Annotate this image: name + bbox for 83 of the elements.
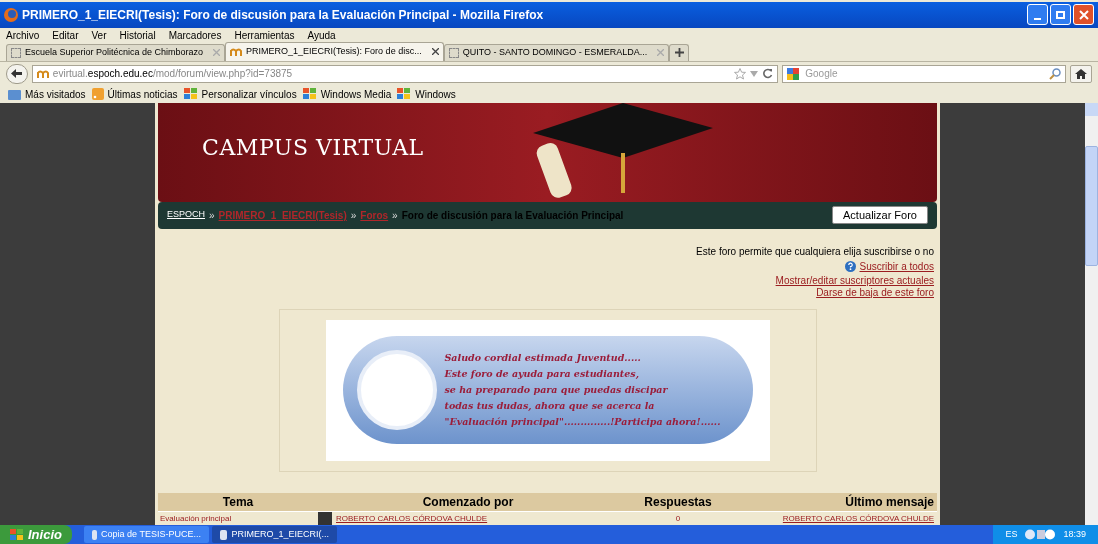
menu-item[interactable]: Ver xyxy=(91,27,107,43)
blank-page-icon xyxy=(448,47,459,58)
browser-logo-icon xyxy=(4,7,18,22)
subscription-link[interactable]: Darse de baja de este foro xyxy=(816,286,934,299)
window-icon xyxy=(91,529,98,540)
browser-tab[interactable]: PRIMERO_1_EIECRI(Tesis): Foro de disc... xyxy=(225,41,444,61)
home-icon xyxy=(1075,68,1088,79)
windows-logo-icon xyxy=(302,88,317,101)
feed-icon xyxy=(91,88,104,101)
url-text: evirtual.espoch.edu.ec/mod/forum/view.php?id=73875 xyxy=(52,67,293,82)
taskbar-button[interactable]: PRIMERO_1_EIECRI(... xyxy=(211,526,337,543)
minimize-button[interactable] xyxy=(1027,4,1048,26)
moodle-logo-icon xyxy=(230,47,243,57)
windows-logo-icon xyxy=(397,88,412,101)
menu-item[interactable]: Editar xyxy=(52,27,79,43)
welcome-text-line: todas tus dudas, ahora que se acerca la xyxy=(444,399,656,414)
menu-item[interactable]: Ayuda xyxy=(307,27,336,43)
breadcrumb-link[interactable]: ESPOCH xyxy=(167,208,205,222)
tab-title: Escuela Superior Politécnica de Chimborazo xyxy=(25,46,205,60)
folder-icon xyxy=(8,88,21,100)
subscription-link[interactable]: Mostrar/editar suscriptores actuales xyxy=(775,274,934,287)
tab-title: QUITO - SANTO DOMINGO - ESMERALDA... xyxy=(462,46,649,60)
reload-icon[interactable] xyxy=(762,68,774,80)
column-header: Tema xyxy=(221,494,255,511)
welcome-text-line: Saludo cordial estimada Juventud..... xyxy=(444,351,642,366)
plus-icon xyxy=(674,48,684,58)
star-icon[interactable] xyxy=(734,67,747,80)
windows-logo-icon xyxy=(183,88,198,101)
menu-item[interactable]: Marcadores xyxy=(168,27,222,43)
breadcrumb-separator: » xyxy=(350,208,357,223)
site-title: CAMPUS VIRTUAL xyxy=(202,133,424,162)
tab-title: PRIMERO_1_EIECRI(Tesis): Foro de disc... xyxy=(246,45,423,59)
breadcrumb-separator: » xyxy=(392,208,398,223)
browser-tab[interactable]: QUITO - SANTO DOMINGO - ESMERALDA... xyxy=(443,43,670,61)
bookmark-item[interactable]: Windows Media xyxy=(302,86,392,102)
search-field[interactable]: Google xyxy=(782,64,1067,83)
address-field[interactable]: evirtual.espoch.edu.ec/mod/forum/view.php?id=73875 xyxy=(31,64,779,83)
tray-icons[interactable] xyxy=(1025,529,1056,540)
back-button[interactable] xyxy=(6,63,28,84)
taskbar-button[interactable]: Copia de TESIS-PUCE... xyxy=(83,526,209,543)
moodle-logo-icon xyxy=(36,69,49,79)
welcome-text-line: se ha preparado para que puedas discipar xyxy=(444,383,669,398)
close-button[interactable] xyxy=(1073,4,1094,26)
close-tab-icon[interactable] xyxy=(431,48,439,56)
welcome-text-line: Este foro de ayuda para estudiantes, xyxy=(444,367,640,382)
menu-item[interactable]: Herramientas xyxy=(234,27,295,43)
scrollbar[interactable] xyxy=(1085,102,1098,525)
clock: 18:39 xyxy=(1063,527,1086,541)
menu-item[interactable]: Historial xyxy=(119,27,156,43)
column-header: Último mensaje xyxy=(844,493,935,511)
bookmark-item[interactable]: Windows xyxy=(397,86,456,102)
windows-flag-icon xyxy=(10,528,24,541)
window-title: PRIMERO_1_EIECRI(Tesis): Foro de discusión para la Evaluación Principal - Mozilla Firefox xyxy=(22,6,544,24)
window-icon xyxy=(219,529,228,540)
author-link[interactable]: ROBERTO CARLOS CÓRDOVA CHULDE xyxy=(336,512,488,525)
subscription-note: Este foro permite que cualquiera elija suscribirse o no xyxy=(696,245,934,258)
column-header: Comenzado por xyxy=(421,494,515,511)
start-button[interactable]: Inicio xyxy=(0,525,72,544)
bookmark-item[interactable]: Últimas noticias xyxy=(91,86,178,102)
menu-item[interactable]: Archivo xyxy=(6,27,40,43)
avatar-placeholder xyxy=(318,512,332,525)
last-post-link[interactable]: ROBERTO CARLOS CÓRDOVA CHULDE xyxy=(738,512,937,525)
help-icon[interactable] xyxy=(844,261,856,273)
browser-tab[interactable]: Escuela Superior Politécnica de Chimborazo xyxy=(6,43,226,61)
back-arrow-icon xyxy=(11,69,23,79)
replies-cell-text: 0 xyxy=(674,512,682,525)
search-engine-icon[interactable] xyxy=(787,67,802,80)
home-button[interactable] xyxy=(1070,64,1092,83)
subscription-link[interactable]: Suscribir a todos xyxy=(859,260,934,273)
close-icon xyxy=(1078,9,1089,20)
welcome-text-line: "Evaluación principal"..............!Participa ahora!...... xyxy=(444,415,721,430)
search-icon[interactable] xyxy=(1049,67,1062,80)
bookmark-item[interactable]: Personalizar vínculos xyxy=(183,86,297,102)
blank-page-icon xyxy=(11,47,21,58)
new-tab-button[interactable] xyxy=(669,43,690,61)
topic-link[interactable]: Evaluación principal xyxy=(158,512,318,525)
breadcrumb-current: Foro de discusión para la Evaluación Principal xyxy=(401,208,624,223)
update-forum-button[interactable]: Actualizar Foro xyxy=(832,206,928,225)
search-input[interactable]: Google xyxy=(805,66,1046,82)
restore-button[interactable] xyxy=(1050,4,1071,26)
breadcrumb-separator: » xyxy=(209,208,215,223)
bookmark-item[interactable]: Más visitados xyxy=(8,86,86,102)
column-header: Respuestas xyxy=(643,494,713,511)
